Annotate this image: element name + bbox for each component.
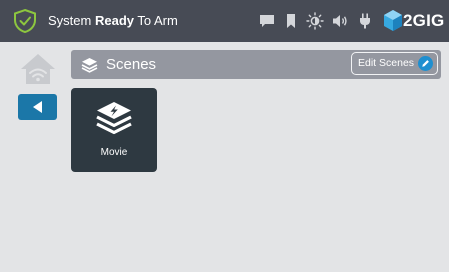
scenes-header-bar: Scenes Edit Scenes [71, 50, 441, 79]
page-title: Scenes [106, 56, 157, 73]
2gig-logo-mark-icon [384, 10, 402, 31]
system-status-text: System Ready To Arm [48, 0, 178, 42]
2gig-logo: 2GIG [382, 9, 446, 33]
back-arrow-icon [33, 101, 42, 113]
pencil-icon [418, 56, 433, 71]
shield-check-icon [14, 8, 36, 34]
edit-scenes-button[interactable]: Edit Scenes [351, 52, 438, 75]
status-suffix: To Arm [134, 13, 178, 28]
scene-tile-movie[interactable]: Movie [71, 88, 157, 172]
brightness-icon[interactable] [306, 12, 324, 30]
scene-label: Movie [100, 147, 128, 158]
status-bold: Ready [94, 13, 134, 28]
back-button[interactable] [18, 94, 57, 120]
message-icon[interactable] [258, 12, 276, 30]
layers-icon [81, 58, 98, 73]
home-wifi-icon[interactable] [19, 52, 57, 86]
plug-icon[interactable] [356, 12, 374, 30]
volume-icon[interactable] [331, 12, 349, 30]
edit-scenes-label: Edit Scenes [358, 57, 415, 69]
brand-text: 2GIG [403, 11, 445, 30]
status-prefix: System [48, 13, 95, 28]
bookmark-icon[interactable] [282, 12, 300, 30]
top-status-bar: System Ready To Arm 2GIG [0, 0, 449, 42]
layers-lightning-icon [96, 102, 132, 135]
